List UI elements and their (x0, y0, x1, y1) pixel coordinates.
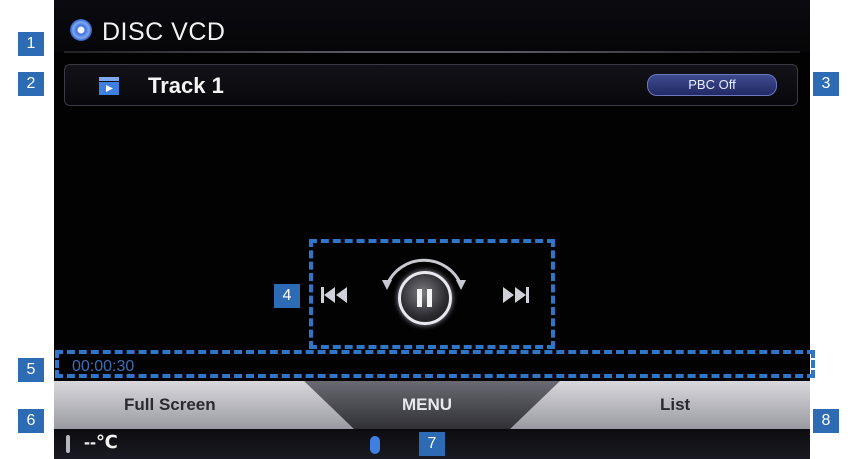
tab-menu-label: MENU (402, 395, 453, 414)
header-divider (64, 51, 800, 53)
callout-7: 7 (419, 432, 445, 456)
callout-1: 1 (18, 32, 44, 56)
pbc-button[interactable]: PBC Off (647, 74, 777, 96)
progress-bar-highlight (55, 350, 815, 378)
tab-bar: Full Screen MENU List (54, 381, 810, 429)
track-label: Track 1 (148, 73, 224, 98)
callout-8: 8 (813, 409, 839, 433)
callout-5: 5 (18, 358, 44, 382)
playback-controls-highlight (309, 239, 555, 349)
callout-6: 6 (18, 409, 44, 433)
temperature-readout: --℃ (84, 432, 118, 452)
screen: DISC VCD Track 1 PBC Off 00:00:30 Full S… (54, 0, 810, 459)
callout-2: 2 (18, 72, 44, 96)
clapper-icon (99, 77, 119, 95)
callout-3: 3 (813, 72, 839, 96)
thermometer-icon (66, 435, 70, 453)
tab-list-label: List (660, 395, 691, 414)
tab-full-screen-label: Full Screen (124, 395, 216, 414)
page-title: DISC VCD (102, 18, 226, 46)
bluetooth-icon (370, 436, 380, 454)
disc-icon (70, 19, 92, 41)
callout-4: 4 (274, 284, 300, 308)
